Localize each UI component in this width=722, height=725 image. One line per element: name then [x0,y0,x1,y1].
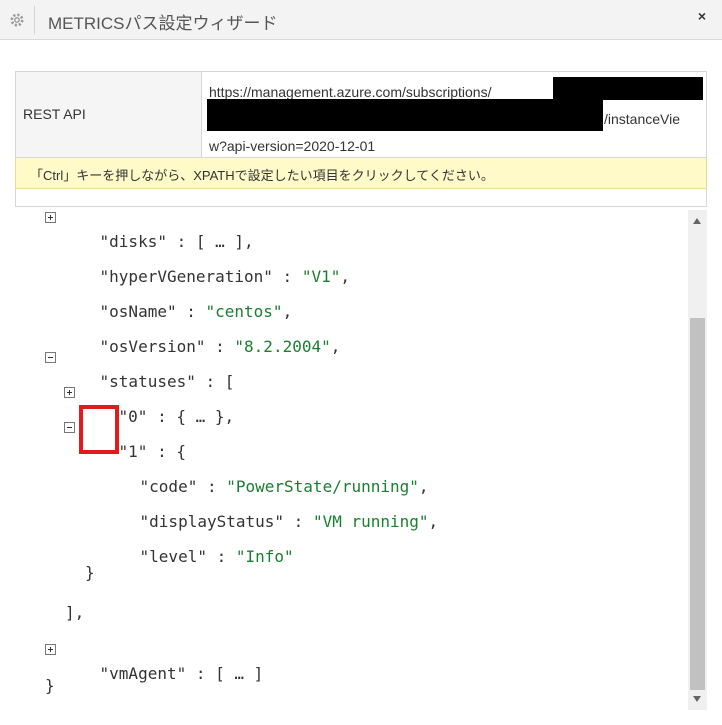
tree-close-bracket: ], [65,603,85,622]
tree-value: "V1" [301,267,341,286]
json-tree: "disks" : [ … ], "hyperVGeneration" : "V… [15,205,687,710]
title-bar: METRICSパス設定ウィザード × [0,0,722,40]
api-label: REST API [16,72,202,157]
tree-collapsed-value: : [ … ] [186,664,264,683]
tree-node-hypervgeneration[interactable]: "hyperVGeneration" : "V1", [61,241,350,286]
collapse-icon[interactable] [64,422,75,433]
collapse-icon[interactable] [45,352,56,363]
tree-comma: , [428,512,439,531]
tree-value: "VM running" [312,512,429,531]
api-table: REST API https://management.azure.com/su… [15,71,707,158]
expand-icon[interactable] [64,387,75,398]
tree-node-statuses[interactable]: "statuses" : [ [45,346,234,391]
title-separator [34,6,35,34]
gear-icon[interactable] [8,11,26,29]
redaction-block [207,99,603,131]
tree-node-code[interactable]: "code" : "PowerState/running", [101,451,429,496]
tree-key: "level" [139,547,207,566]
tree-sep: : [206,547,236,566]
tree-value: "Info" [235,547,294,566]
expand-icon[interactable] [45,212,56,223]
tree-node-osname[interactable]: "osName" : "centos", [61,276,293,321]
scrollbar-thumb[interactable] [690,318,705,690]
tree-node-osversion[interactable]: "osVersion" : "8.2.2004", [61,311,341,356]
tree-node-statuses-0[interactable]: "0" : { … }, [64,381,234,426]
scrollbar[interactable] [688,210,707,710]
expand-icon[interactable] [45,644,56,655]
tree-node-vmagent[interactable]: "vmAgent" : [ … ] [45,638,263,683]
tree-node-displaystatus[interactable]: "displayStatus" : "VM running", [101,486,439,531]
hint-message: 「Ctrl」キーを押しながら、XPATHで設定したい項目をクリックしてください。 [15,158,707,189]
tree-comma: , [340,267,350,286]
close-button[interactable]: × [698,8,706,24]
scroll-up-icon[interactable] [693,218,701,224]
tree-close-brace: } [85,563,95,582]
tree-comma: , [330,337,341,356]
scroll-down-icon[interactable] [693,696,701,702]
tree-node-level[interactable]: "level" : "Info" [101,521,294,566]
tree-value: "8.2.2004" [234,337,331,356]
api-url-line3: w?api-version=2020-12-01 [209,138,376,154]
redaction-block [553,77,703,100]
tree-node-disks[interactable]: "disks" : [ … ], [45,206,254,251]
window-title: METRICSパス設定ウィザード [48,14,278,33]
selection-highlight [79,405,119,454]
tree-root-close: } [45,676,55,695]
tree-key: "vmAgent" [99,664,187,683]
